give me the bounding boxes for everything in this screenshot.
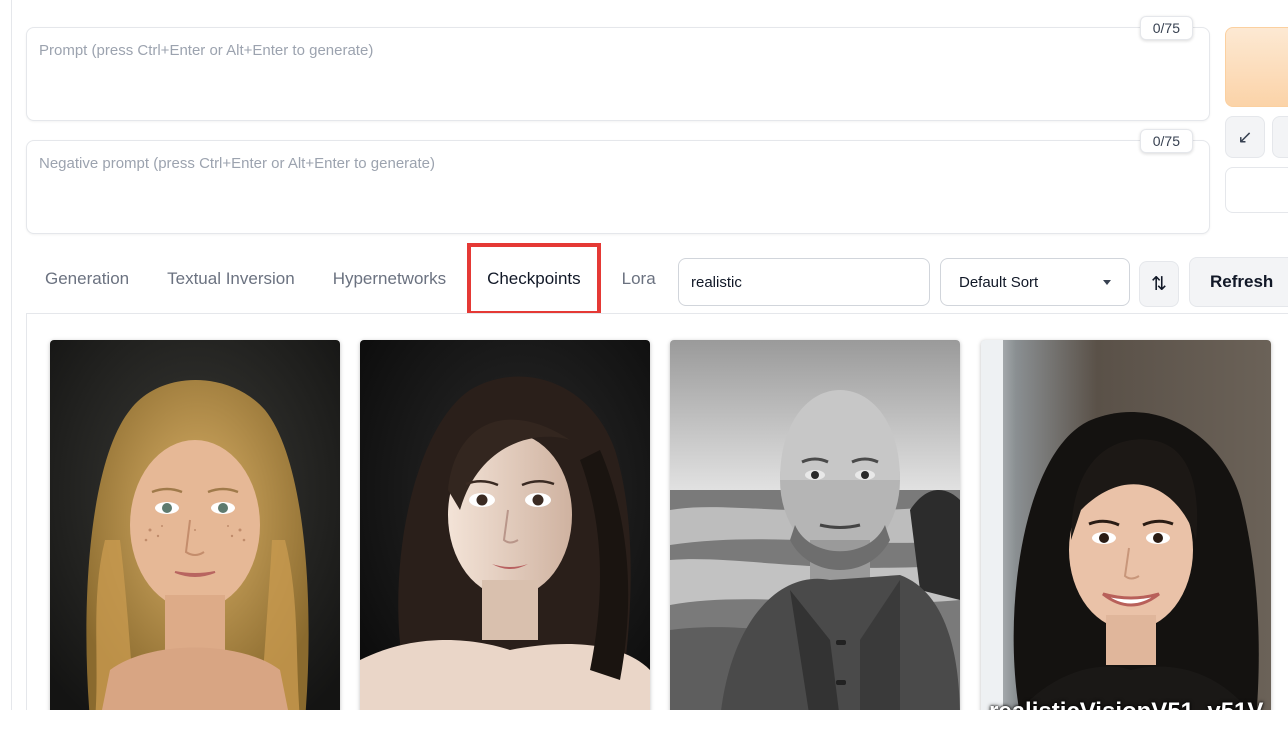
sort-select[interactable]: Default Sort — [940, 258, 1130, 306]
checkpoint-card-name: realisticVisionV51_v51V — [989, 698, 1263, 710]
card-image-portrait-smiling-woman — [981, 340, 1271, 710]
prompt-box: 0/75 — [26, 16, 1210, 121]
tab-textual-inversion[interactable]: Textual Inversion — [148, 244, 314, 314]
checkpoint-card[interactable] — [50, 340, 340, 710]
sort-up-down-icon: ⇅ — [1151, 273, 1167, 295]
tab-lora[interactable]: Lora — [603, 244, 675, 314]
card-image-portrait-dark-hair — [360, 340, 650, 710]
card-image-portrait-bald-man — [670, 340, 960, 710]
refresh-button[interactable]: Refresh — [1189, 257, 1288, 307]
generate-button[interactable] — [1225, 27, 1288, 107]
checkpoints-panel: realisticVisionV51_v51V — [26, 313, 1288, 710]
extra-networks-tabs: Generation Textual Inversion Hypernetwor… — [26, 243, 675, 315]
prompt-input[interactable] — [27, 28, 1209, 120]
checkpoint-card[interactable] — [670, 340, 960, 710]
checkpoint-card[interactable]: realisticVisionV51_v51V — [981, 340, 1271, 710]
styles-dropdown[interactable] — [1225, 167, 1288, 213]
tab-generation[interactable]: Generation — [26, 244, 148, 314]
arrow-down-left-icon: ↙ — [1237, 126, 1253, 147]
trash-button[interactable] — [1272, 116, 1288, 158]
card-image-portrait-blonde — [50, 340, 340, 710]
read-params-button[interactable]: ↙ — [1225, 116, 1265, 158]
negative-prompt-token-count: 0/75 — [1139, 129, 1193, 153]
sort-direction-button[interactable]: ⇅ — [1139, 261, 1179, 307]
negative-prompt-input[interactable] — [27, 141, 1209, 233]
search-input[interactable] — [678, 258, 930, 306]
chevron-down-icon — [1103, 279, 1111, 285]
tab-hypernetworks[interactable]: Hypernetworks — [314, 244, 465, 314]
sort-select-value: Default Sort — [959, 273, 1039, 291]
tab-checkpoints[interactable]: Checkpoints — [467, 243, 601, 315]
app-frame: 0/75 0/75 ↙ Generation Textual Inversion… — [11, 0, 1288, 710]
prompt-token-count: 0/75 — [1139, 16, 1193, 40]
checkpoint-card[interactable] — [360, 340, 650, 710]
negative-prompt-box: 0/75 — [26, 129, 1210, 234]
